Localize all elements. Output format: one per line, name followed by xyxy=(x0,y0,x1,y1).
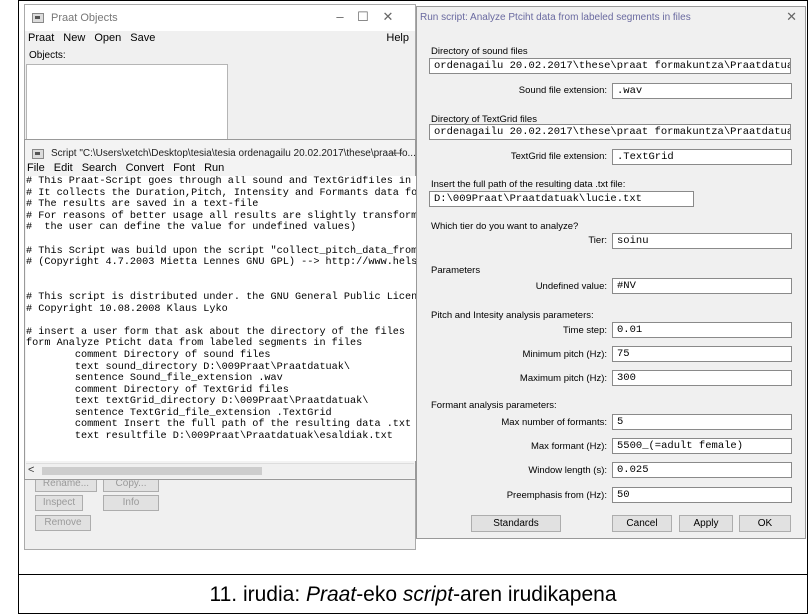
result-file-field[interactable]: D:\009Praat\Praatdatuak\lucie.txt xyxy=(429,191,694,207)
menu-open[interactable]: Open xyxy=(94,32,121,44)
min-pitch-field[interactable]: 75 xyxy=(612,346,792,362)
close-icon[interactable]: ✕ xyxy=(786,9,797,25)
code-line: # This script is distributed under. the … xyxy=(26,291,416,303)
code-line: comment Insert the full path of the resu… xyxy=(26,419,416,431)
close-icon[interactable]: ✕ xyxy=(378,9,398,25)
menu-search[interactable]: Search xyxy=(82,162,117,174)
menu-help[interactable]: Help xyxy=(386,32,409,44)
code-line: # Copyright 10.08.2008 Klaus Lyko xyxy=(26,303,228,315)
sound-dir-header: Directory of sound files xyxy=(431,46,528,57)
tier-field[interactable]: soinu xyxy=(612,233,792,249)
script-menubar: File Edit Search Convert Font Run xyxy=(27,162,233,174)
result-file-header: Insert the full path of the resulting da… xyxy=(431,179,626,190)
code-line: text sound_directory D:\009Praat\Praatda… xyxy=(26,361,351,373)
info-button[interactable]: Info xyxy=(103,495,159,511)
code-line: comment Directory of TextGrid files xyxy=(26,384,289,396)
caption-mid: -eko xyxy=(356,583,403,606)
menu-edit[interactable]: Edit xyxy=(54,162,73,174)
script-editor-window: Script "C:\Users\xetch\Desktop\tesia\tes… xyxy=(24,139,416,480)
horizontal-scrollbar[interactable]: < xyxy=(26,463,414,478)
remove-button[interactable]: Remove xyxy=(35,515,91,531)
cancel-button[interactable]: Cancel xyxy=(612,515,672,532)
code-line: # For reasons of better usage all result… xyxy=(26,210,416,222)
tier-header: Which tier do you want to analyze? xyxy=(431,221,579,232)
pitch-params-header: Pitch and Intesity analysis parameters: xyxy=(431,310,594,321)
maximize-icon[interactable]: ☐ xyxy=(353,9,373,25)
caption-praat: Praat xyxy=(305,583,357,606)
textgrid-ext-field[interactable]: .TextGrid xyxy=(612,149,792,165)
code-line: # (Copyright 4.7.2003 Mietta Lennes GNU … xyxy=(26,257,416,269)
undefined-value-label: Undefined value: xyxy=(535,281,607,292)
minimize-icon[interactable]: – xyxy=(330,9,350,24)
max-formants-field[interactable]: 5 xyxy=(612,414,792,430)
caption-script: script xyxy=(402,583,454,606)
preemphasis-label: Preemphasis from (Hz): xyxy=(506,490,607,501)
menu-save[interactable]: Save xyxy=(130,32,155,44)
code-line: # The results are saved in a text-file xyxy=(26,199,259,211)
window-length-label: Window length (s): xyxy=(528,465,607,476)
max-formant-field[interactable]: 5500_(=adult female) xyxy=(612,438,792,454)
code-line: comment Directory of sound files xyxy=(26,349,271,361)
ok-button[interactable]: OK xyxy=(739,515,791,532)
script-text-area[interactable]: # This Praat-Script goes through all sou… xyxy=(26,176,416,461)
minimize-icon[interactable]: — xyxy=(390,145,402,159)
formant-params-header: Formant analysis parameters: xyxy=(431,400,557,411)
standards-button[interactable]: Standards xyxy=(471,515,561,532)
max-formants-label: Max number of formants: xyxy=(501,417,607,428)
script-app-icon xyxy=(32,149,44,159)
time-step-field[interactable]: 0.01 xyxy=(612,322,792,338)
objects-menubar: Praat New Open Save Help xyxy=(25,32,415,48)
objects-window-title: Praat Objects xyxy=(51,12,118,24)
sound-ext-label: Sound file extension: xyxy=(518,85,607,96)
figure-caption: 11. irudia: Praat-eko script-aren irudik… xyxy=(18,575,808,615)
window-length-field[interactable]: 0.025 xyxy=(612,462,792,478)
run-script-dialog: Run script: Analyze Ptciht data from lab… xyxy=(416,6,806,539)
code-line: form Analyze Pticht data from labeled se… xyxy=(26,338,363,350)
parameters-header: Parameters xyxy=(431,265,481,276)
min-pitch-label: Minimum pitch (Hz): xyxy=(522,349,607,360)
time-step-label: Time step: xyxy=(563,325,607,336)
max-pitch-label: Maximum pitch (Hz): xyxy=(519,373,607,384)
textgrid-directory-field[interactable]: ordenagailu 20.02.2017\these\praat forma… xyxy=(429,124,791,140)
inspect-button[interactable]: Inspect xyxy=(35,495,83,511)
menu-new[interactable]: New xyxy=(63,32,85,44)
caption-prefix: 11. irudia: xyxy=(209,583,306,606)
menu-praat[interactable]: Praat xyxy=(28,32,54,44)
undefined-value-field[interactable]: #NV xyxy=(612,278,792,294)
max-formant-label: Max formant (Hz): xyxy=(530,441,607,452)
caption-suffix: -aren irudikapena xyxy=(453,583,617,606)
dialog-title: Run script: Analyze Ptciht data from lab… xyxy=(420,12,691,23)
scroll-left-icon[interactable]: < xyxy=(28,464,34,476)
praat-app-icon xyxy=(32,13,44,23)
code-line: # This Script was build upon the script … xyxy=(26,245,416,257)
sound-directory-field[interactable]: ordenagailu 20.02.2017\these\praat forma… xyxy=(429,58,791,74)
objects-label: Objects: xyxy=(29,50,66,61)
menu-font[interactable]: Font xyxy=(173,162,195,174)
preemphasis-field[interactable]: 50 xyxy=(612,487,792,503)
code-line: sentence Sound_file_extension .wav xyxy=(26,373,283,385)
code-line: # insert a user form that ask about the … xyxy=(26,326,406,338)
menu-file[interactable]: File xyxy=(27,162,45,174)
script-window-title: Script "C:\Users\xetch\Desktop\tesia\tes… xyxy=(51,148,416,159)
code-line: sentence TextGrid_file_extension .TextGr… xyxy=(26,407,332,419)
textgrid-ext-label: TextGrid file extension: xyxy=(510,151,607,162)
scrollbar-thumb[interactable] xyxy=(42,467,262,475)
max-pitch-field[interactable]: 300 xyxy=(612,370,792,386)
code-line: # This Praat-Script goes through all sou… xyxy=(26,176,416,187)
code-line: # the user can define the value for unde… xyxy=(26,222,357,234)
sound-ext-field[interactable]: .wav xyxy=(612,83,792,99)
menu-convert[interactable]: Convert xyxy=(126,162,165,174)
tier-label: Tier: xyxy=(588,235,607,246)
objects-titlebar: Praat Objects – ☐ ✕ xyxy=(25,5,415,31)
code-line: text textGrid_directory D:\009Praat\Praa… xyxy=(26,396,369,408)
code-line: # It collects the Duration,Pitch, Intens… xyxy=(26,187,416,199)
menu-run[interactable]: Run xyxy=(204,162,224,174)
code-line: text resultfile D:\009Praat\Praatdatuak\… xyxy=(26,431,393,443)
apply-button[interactable]: Apply xyxy=(679,515,733,532)
